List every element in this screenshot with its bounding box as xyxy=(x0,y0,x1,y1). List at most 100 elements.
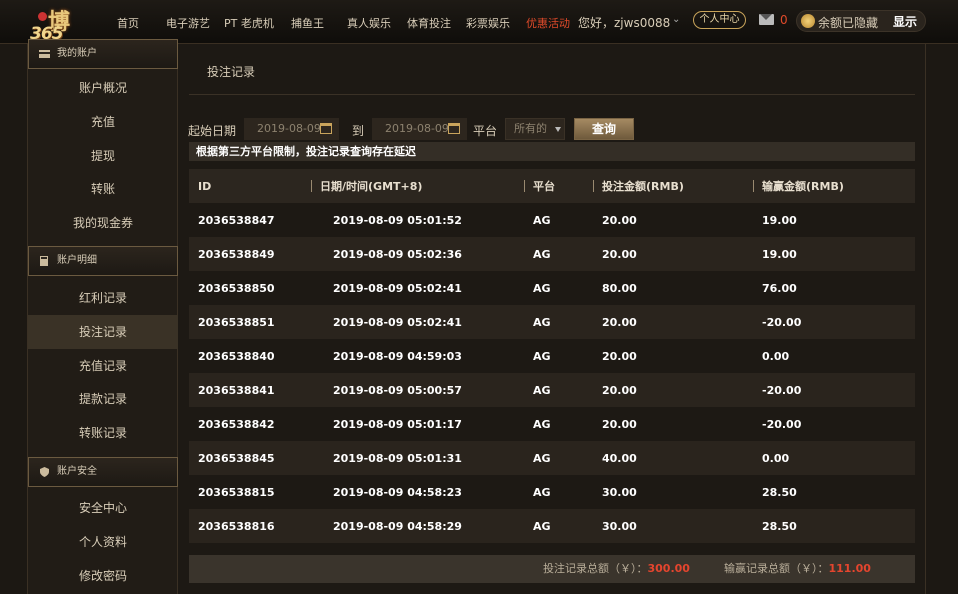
sidebar-item-withdraw[interactable]: 提现 xyxy=(28,139,178,173)
sidebar-item-transfer[interactable]: 转账 xyxy=(28,172,178,206)
end-date-value: 2019-08-09 xyxy=(385,122,449,135)
sidebar-section-account-details: 账户明细 xyxy=(28,246,178,276)
platform-select[interactable]: 所有的 xyxy=(505,118,565,140)
nav-promotions[interactable]: 优惠活动 xyxy=(526,15,570,31)
cell-platform: AG xyxy=(524,203,593,237)
column-header-label: 输赢金额(RMB) xyxy=(762,180,844,193)
start-date-value: 2019-08-09 xyxy=(257,122,321,135)
mail-count: 0 xyxy=(780,13,788,27)
nav-home[interactable]: 首页 xyxy=(117,15,139,31)
column-header-label: 日期/时间(GMT+8) xyxy=(320,180,423,193)
column-separator xyxy=(753,180,754,192)
balance-box: 余额已隐藏 显示 xyxy=(796,10,926,32)
dropdown-arrow-icon xyxy=(555,127,561,132)
cell-datetime: 2019-08-09 05:02:41 xyxy=(311,271,524,305)
sidebar-item-deposit-records[interactable]: 充值记录 xyxy=(28,349,178,383)
column-header-bet-amount: 投注金额(RMB) xyxy=(593,169,753,203)
win-total: 输赢记录总额（￥）：111.00 xyxy=(724,555,871,583)
cell-id: 2036538816 xyxy=(189,509,311,543)
cell-win-loss: 19.00 xyxy=(753,203,915,237)
cell-platform: AG xyxy=(524,339,593,373)
cell-bet-amount: 20.00 xyxy=(593,237,753,271)
coin-icon xyxy=(801,14,815,28)
cell-datetime: 2019-08-09 05:00:57 xyxy=(311,373,524,407)
table-row: 2036538840 2019-08-09 04:59:03 AG 20.00 0.00 xyxy=(189,339,915,373)
sidebar-item-cash-coupons[interactable]: 我的现金券 xyxy=(28,206,178,240)
sidebar-item-change-password[interactable]: 修改密码 xyxy=(28,559,178,593)
nav-fishing[interactable]: 捕鱼王 xyxy=(291,15,324,31)
cell-win-loss: -20.00 xyxy=(753,373,915,407)
cell-win-loss: 28.50 xyxy=(753,509,915,543)
end-date-input[interactable]: 2019-08-09 xyxy=(372,118,467,140)
cell-id: 2036538851 xyxy=(189,305,311,339)
sidebar-item-bet-records[interactable]: 投注记录 xyxy=(28,315,178,349)
cell-bet-amount: 30.00 xyxy=(593,509,753,543)
cell-id: 2036538840 xyxy=(189,339,311,373)
nav-lottery[interactable]: 彩票娱乐 xyxy=(466,15,510,31)
cell-id: 2036538815 xyxy=(189,475,311,509)
start-date-label: 起始日期 xyxy=(188,124,237,138)
card-icon xyxy=(39,50,50,58)
query-button[interactable]: 查询 xyxy=(574,118,634,140)
sidebar-section-label: 账户安全 xyxy=(57,466,97,477)
cell-datetime: 2019-08-09 05:02:41 xyxy=(311,305,524,339)
column-separator xyxy=(593,180,594,192)
sidebar-item-withdraw-records[interactable]: 提款记录 xyxy=(28,382,178,416)
cell-bet-amount: 20.00 xyxy=(593,373,753,407)
column-header-id: ID xyxy=(189,169,311,203)
cell-id: 2036538847 xyxy=(189,203,311,237)
sidebar-item-transfer-records[interactable]: 转账记录 xyxy=(28,416,178,450)
cell-win-loss: 0.00 xyxy=(753,441,915,475)
table-row: 2036538847 2019-08-09 05:01:52 AG 20.00 19.0… xyxy=(189,203,915,237)
cell-datetime: 2019-08-09 05:01:31 xyxy=(311,441,524,475)
nav-slots[interactable]: 电子游艺 xyxy=(166,15,210,31)
calendar-icon[interactable] xyxy=(320,123,332,134)
win-total-value: 111.00 xyxy=(828,562,871,575)
cell-datetime: 2019-08-09 04:58:23 xyxy=(311,475,524,509)
totals-footer: 投注记录总额（￥）：300.00 输赢记录总额（￥）：111.00 xyxy=(189,555,915,583)
calculator-icon xyxy=(40,256,48,266)
column-header-win-loss: 输赢金额(RMB) xyxy=(753,169,915,203)
cell-win-loss: -20.00 xyxy=(753,305,915,339)
delay-notice: 根据第三方平台限制，投注记录查询存在延迟 xyxy=(189,142,915,161)
start-date-input[interactable]: 2019-08-09 xyxy=(244,118,339,140)
cell-datetime: 2019-08-09 04:58:29 xyxy=(311,509,524,543)
nav-pt-slots[interactable]: PT 老虎机 xyxy=(224,15,274,31)
table-row: 2036538845 2019-08-09 05:01:31 AG 40.00 0.00 xyxy=(189,441,915,475)
user-greeting[interactable]: 您好，zjws0088 xyxy=(578,14,670,31)
cell-win-loss: -20.00 xyxy=(753,407,915,441)
sidebar-section-label: 我的账户 xyxy=(57,48,97,59)
show-balance-button[interactable]: 显示 xyxy=(893,13,917,30)
chevron-down-icon[interactable]: ⌄ xyxy=(672,14,680,25)
cell-win-loss: 19.00 xyxy=(753,237,915,271)
calendar-icon[interactable] xyxy=(448,123,460,134)
sidebar-item-profile[interactable]: 个人资料 xyxy=(28,525,178,559)
cell-datetime: 2019-08-09 04:59:03 xyxy=(311,339,524,373)
cell-platform: AG xyxy=(524,271,593,305)
cell-bet-amount: 80.00 xyxy=(593,271,753,305)
sidebar-item-bonus-records[interactable]: 红利记录 xyxy=(28,281,178,315)
table-row: 2036538842 2019-08-09 05:01:17 AG 20.00 -20.… xyxy=(189,407,915,441)
shield-icon xyxy=(40,467,49,477)
sidebar-section-my-account: 我的账户 xyxy=(28,39,178,69)
sidebar-item-account-overview[interactable]: 账户概况 xyxy=(28,71,178,105)
cell-platform: AG xyxy=(524,373,593,407)
sidebar-item-deposit[interactable]: 充值 xyxy=(28,105,178,139)
cell-win-loss: 76.00 xyxy=(753,271,915,305)
nav-sports[interactable]: 体育投注 xyxy=(407,15,451,31)
sidebar-section-label: 账户明细 xyxy=(57,255,97,266)
column-header-label: 投注金额(RMB) xyxy=(602,180,684,193)
cell-platform: AG xyxy=(524,441,593,475)
table-row: 2036538851 2019-08-09 05:02:41 AG 20.00 -20.… xyxy=(189,305,915,339)
personal-center-button[interactable]: 个人中心 xyxy=(693,11,746,29)
cell-win-loss: 28.50 xyxy=(753,475,915,509)
sidebar-item-security-center[interactable]: 安全中心 xyxy=(28,491,178,525)
column-header-label: 平台 xyxy=(533,180,555,193)
table-body: 2036538847 2019-08-09 05:01:52 AG 20.00 19.0… xyxy=(189,203,915,543)
cell-id: 2036538849 xyxy=(189,237,311,271)
cell-platform: AG xyxy=(524,305,593,339)
cell-platform: AG xyxy=(524,509,593,543)
platform-select-value: 所有的 xyxy=(514,122,547,135)
mail-icon[interactable] xyxy=(759,14,774,25)
nav-live-casino[interactable]: 真人娱乐 xyxy=(347,15,391,31)
